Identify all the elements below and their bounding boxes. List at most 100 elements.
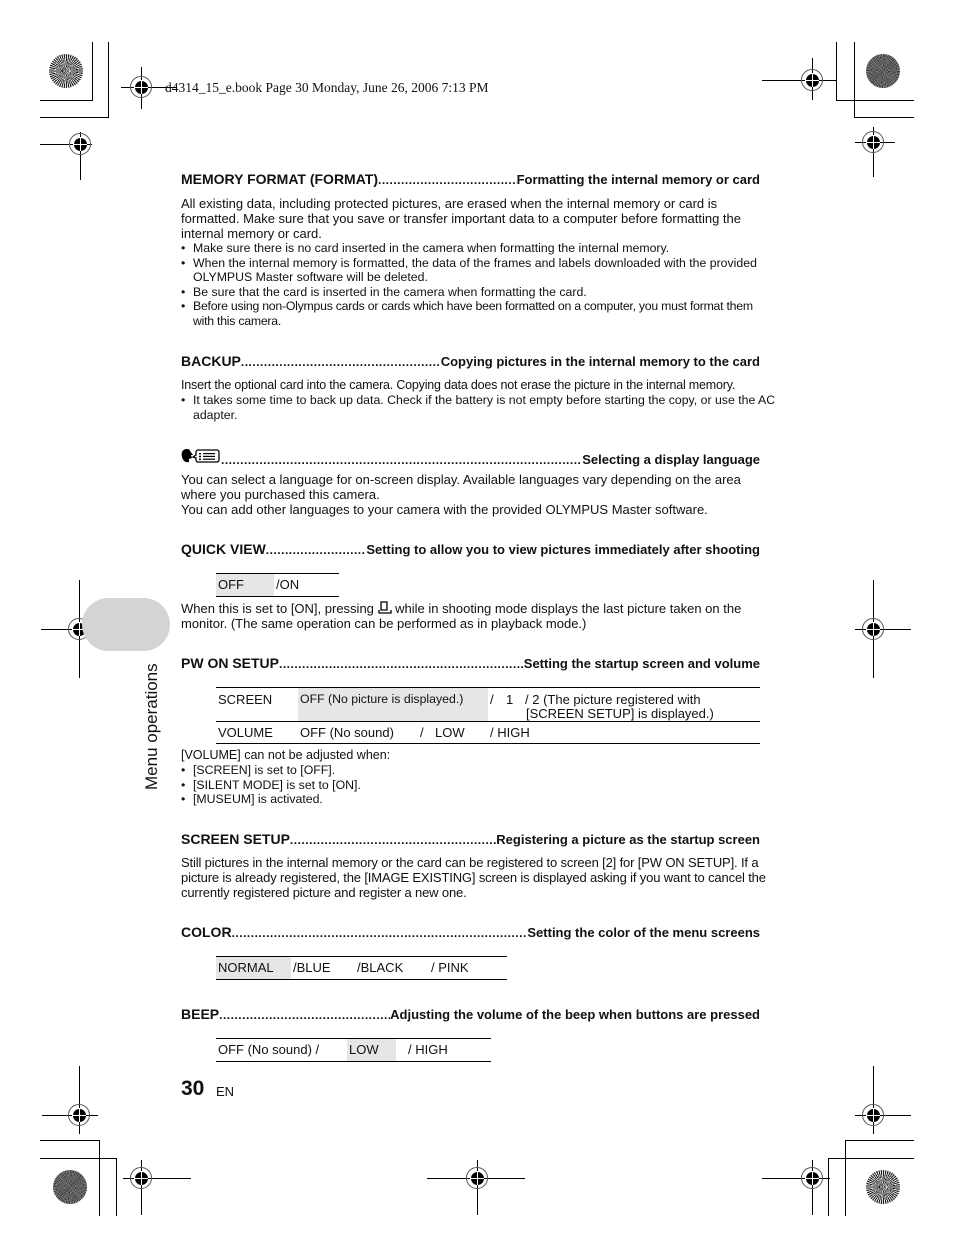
color-target-icon — [866, 54, 900, 88]
option-on: /ON — [276, 577, 300, 592]
option-high: / HIGH — [490, 725, 530, 740]
option-pink: / PINK — [431, 960, 469, 975]
page-number: 30 — [181, 1077, 205, 1100]
section-heading-pw-on-setup: PW ON SETUP Setting the startup screen a… — [181, 655, 760, 671]
section-name: COLOR — [181, 924, 232, 940]
section-heading-quick-view: QUICK VIEW Setting to allow you to view … — [181, 541, 760, 557]
crop-line — [99, 1140, 100, 1216]
row-label: SCREEN — [218, 692, 273, 707]
leader-dots — [232, 926, 528, 940]
section-name: QUICK VIEW — [181, 541, 266, 557]
leader-dots — [279, 657, 524, 671]
section-name: PW ON SETUP — [181, 655, 280, 671]
option-1: 1 — [506, 692, 514, 707]
quick-view-options: OFF /ON — [216, 573, 339, 597]
section-desc: Formatting the internal memory or card — [516, 172, 760, 187]
color-options: NORMAL /BLUE /BLACK / PINK — [216, 956, 507, 980]
crop-line — [828, 1158, 829, 1216]
row-label: VOLUME — [218, 725, 273, 740]
bullet-list: [SCREEN] is set to [OFF]. [SILENT MODE] … — [181, 763, 776, 807]
option-low: LOW — [435, 725, 465, 740]
option-2: / 2 (The picture registered with — [525, 692, 701, 707]
bullet-list: Make sure there is no card inserted in t… — [181, 241, 776, 328]
section-body: All existing data, including protected p… — [181, 196, 742, 241]
option-off-selected: OFF (No picture is displayed.) — [298, 688, 488, 721]
list-item: Be sure that the card is inserted in the… — [181, 285, 776, 300]
leader-dots — [221, 453, 582, 467]
section-desc: Copying pictures in the internal memory … — [440, 354, 760, 369]
separator: / — [420, 725, 424, 740]
crop-line — [845, 1140, 914, 1141]
option-high: / HIGH — [408, 1042, 448, 1057]
list-item: It takes some time to back up data. Chec… — [181, 393, 776, 422]
section-heading-screen-setup: SCREEN SETUP Registering a picture as th… — [181, 831, 760, 847]
section-desc: Selecting a display language — [582, 452, 760, 467]
table-row-volume: VOLUME OFF (No sound) / LOW / HIGH — [216, 721, 760, 744]
section-heading-memory-format: MEMORY FORMAT (FORMAT) Formatting the in… — [181, 171, 760, 187]
section-name: BACKUP — [181, 353, 241, 369]
section-desc: Setting the color of the menu screens — [527, 925, 760, 940]
list-item: [MUSEUM] is activated. — [181, 792, 776, 807]
side-tab — [82, 598, 170, 651]
section-name: BEEP — [181, 1006, 220, 1022]
section-desc: Setting the startup screen and volume — [523, 656, 760, 671]
crop-line — [40, 117, 109, 118]
leader-dots — [378, 173, 517, 187]
separator: / — [490, 692, 494, 707]
pw-on-setup-table: SCREEN OFF (No picture is displayed.) / … — [216, 687, 760, 744]
crop-line — [108, 42, 109, 118]
page-language: EN — [216, 1084, 235, 1099]
option-blue: /BLUE — [293, 960, 331, 975]
section-heading-backup: BACKUP Copying pictures in the internal … — [181, 353, 760, 369]
crop-line — [40, 1158, 117, 1159]
section-desc: Registering a picture as the startup scr… — [496, 832, 760, 847]
option-off-selected: OFF — [216, 574, 274, 596]
option-off: OFF (No sound) — [300, 725, 394, 740]
playback-icon — [377, 601, 392, 614]
list-item: Before using non-Olympus cards or cards … — [181, 299, 776, 328]
list-item: Make sure there is no card inserted in t… — [181, 241, 776, 256]
section-body: When this is set to [ON], pressing while… — [181, 601, 776, 631]
list-item: [SILENT MODE] is set to [ON]. — [181, 778, 776, 793]
section-heading-color: COLOR Setting the color of the menu scre… — [181, 924, 760, 940]
color-target-icon — [53, 1170, 87, 1204]
leader-dots — [219, 1008, 390, 1022]
language-icon — [181, 448, 221, 464]
section-heading-beep: BEEP Adjusting the volume of the beep wh… — [181, 1006, 760, 1022]
crop-line — [40, 100, 93, 101]
crop-line — [854, 117, 914, 118]
crop-line — [828, 1158, 914, 1159]
list-item: When the internal memory is formatted, t… — [181, 256, 776, 285]
section-body: Still pictures in the internal memory or… — [181, 855, 766, 900]
bullet-list: It takes some time to back up data. Chec… — [181, 393, 776, 422]
color-target-icon — [49, 54, 83, 88]
leader-dots — [266, 543, 367, 557]
crop-line — [116, 1158, 117, 1216]
color-target-icon — [866, 1170, 900, 1204]
side-tab-label: Menu operations — [142, 663, 161, 790]
section-heading-language: Selecting a display language — [181, 448, 760, 467]
leader-dots — [241, 355, 441, 369]
section-desc: Setting to allow you to view pictures im… — [366, 542, 760, 557]
section-name: MEMORY FORMAT (FORMAT) — [181, 171, 379, 187]
crop-line — [92, 42, 93, 100]
crop-line — [854, 42, 855, 118]
section-desc: Adjusting the volume of the beep when bu… — [390, 1007, 760, 1022]
table-row-screen: SCREEN OFF (No picture is displayed.) / … — [216, 687, 760, 721]
file-stamp: d4314_15_e.book Page 30 Monday, June 26,… — [165, 80, 489, 95]
option-off: OFF (No sound) / — [218, 1042, 320, 1057]
crop-line — [40, 1140, 100, 1141]
leader-dots — [290, 833, 496, 847]
list-item: [SCREEN] is set to [OFF]. — [181, 763, 776, 778]
section-name: SCREEN SETUP — [181, 831, 290, 847]
section-body: You can select a language for on-screen … — [181, 472, 741, 502]
section-body: You can add other languages to your came… — [181, 502, 708, 517]
crop-line — [836, 100, 914, 101]
body-text: When this is set to [ON], pressing — [181, 601, 374, 616]
option-low-selected: LOW — [347, 1039, 396, 1061]
beep-options: OFF (No sound) / LOW / HIGH — [216, 1038, 491, 1062]
option-normal-selected: NORMAL — [216, 957, 291, 979]
language-icon-svg — [181, 449, 220, 463]
section-body: Insert the optional card into the camera… — [181, 378, 736, 392]
crop-line — [845, 1140, 846, 1216]
